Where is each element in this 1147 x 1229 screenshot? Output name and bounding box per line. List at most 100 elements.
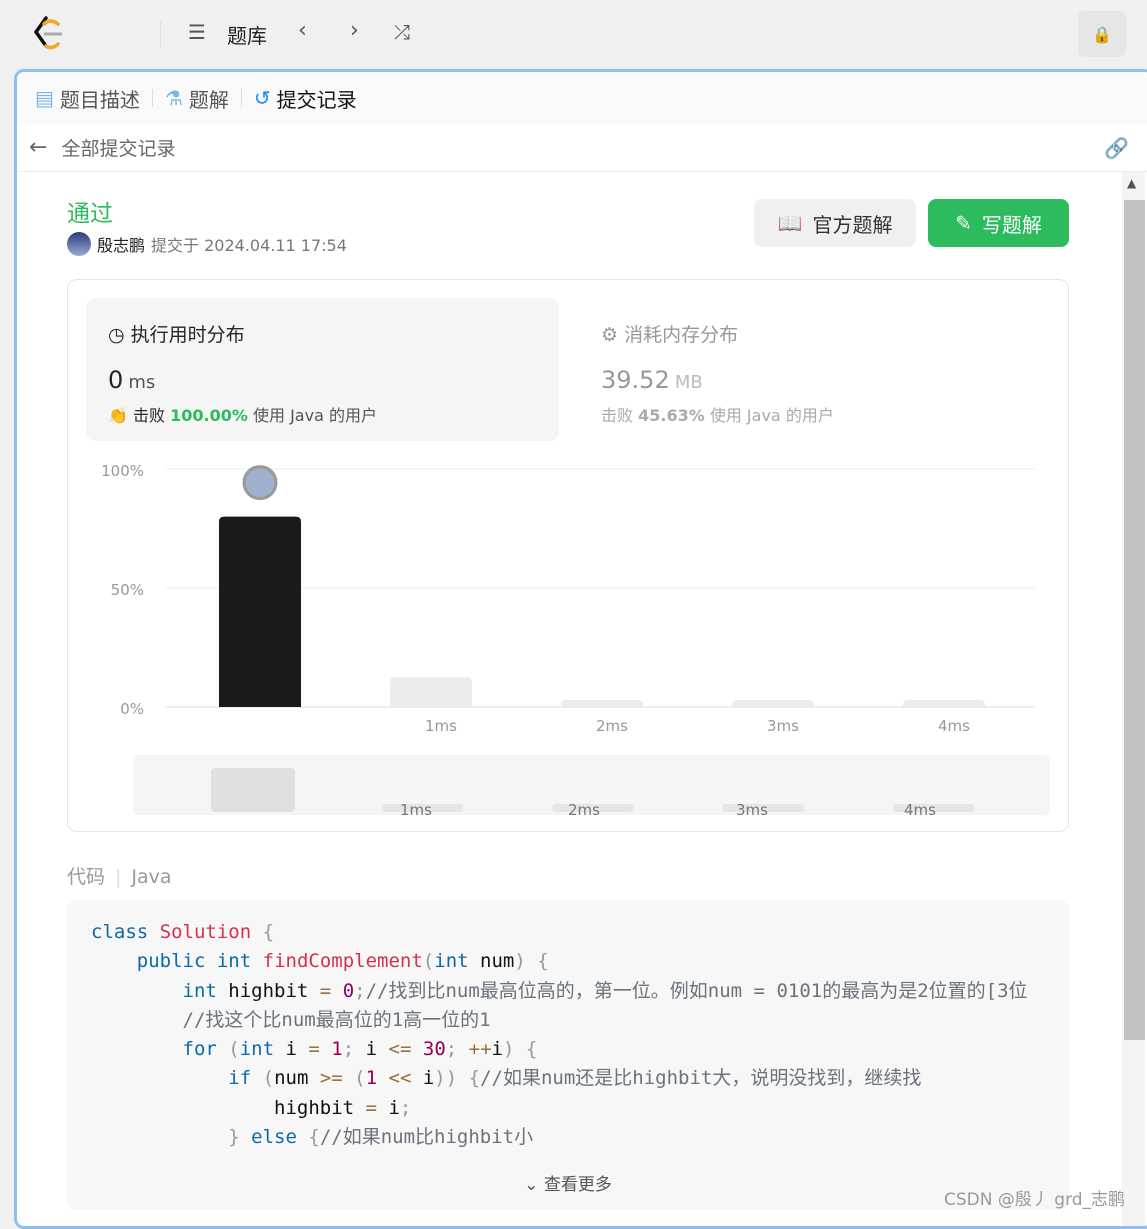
y-tick-label: 50%	[111, 581, 144, 599]
tab-label: 提交记录	[276, 87, 357, 112]
code-token: <<	[388, 1067, 412, 1090]
back-row: ← 全部提交记录 🔗	[17, 124, 1147, 172]
code-token: highbit	[274, 1096, 366, 1119]
runtime-box[interactable]: ◷ 执行用时分布 0 ms 👏 击败 100.00% 使用 Java 的用户	[86, 298, 559, 441]
next-icon[interactable]: ›	[350, 18, 359, 43]
y-tick-label: 0%	[120, 700, 144, 718]
code-line: //找这个比num最高位的1高一位的1	[91, 1006, 1045, 1035]
code-token: int	[216, 950, 252, 973]
minimap-tick-label: 3ms	[736, 801, 768, 819]
code-token: if	[228, 1067, 252, 1090]
code-token: highbit	[216, 979, 320, 1002]
edit-icon: ✎	[955, 211, 972, 235]
memory-beat-pct: 45.63%	[638, 406, 705, 425]
code-header: 代码 | Java	[67, 866, 172, 888]
memory-value: 39.52	[601, 366, 670, 394]
code-block: class Solution { public int findCompleme…	[67, 900, 1069, 1210]
code-token: (	[216, 1038, 240, 1061]
button-label: 官方题解	[812, 212, 893, 237]
code-line: } else {//如果num比highbit小	[91, 1123, 1045, 1152]
minimap-bar	[211, 768, 295, 812]
x-tick-label: 2ms	[596, 717, 628, 735]
code-token: ;	[342, 1038, 366, 1061]
x-tick-label: 1ms	[425, 717, 457, 735]
code-token: {	[296, 1126, 320, 1149]
history-icon: ↺	[253, 86, 271, 110]
code-token: 1	[331, 1038, 343, 1061]
code-line: class Solution {	[91, 918, 1045, 947]
code-line: if (num >= (1 << i)) {//如果num还是比highbit大…	[91, 1064, 1045, 1093]
write-solution-button[interactable]: ✎ 写题解	[928, 199, 1069, 247]
code-token: 30	[422, 1038, 446, 1061]
avatar[interactable]	[67, 232, 91, 256]
code-token: ) {	[503, 1038, 538, 1061]
code-token: else	[251, 1126, 297, 1149]
runtime-value: 0	[108, 366, 124, 394]
leetcode-logo[interactable]	[32, 16, 66, 52]
tab-submissions[interactable]: ↺ 提交记录	[254, 84, 357, 113]
prev-icon[interactable]: ‹	[298, 18, 307, 43]
list-icon[interactable]: ☰	[188, 20, 206, 44]
code-line: int highbit = 0;//找到比num最高位高的，第一位。例如num …	[91, 977, 1045, 1006]
chip-icon: ⚙	[601, 324, 619, 346]
x-tick-label: 4ms	[938, 717, 970, 735]
code-token: i	[411, 1067, 435, 1090]
code-token: =	[308, 1038, 320, 1061]
scrollbar-thumb[interactable]	[1124, 200, 1145, 1040]
scrollbar[interactable]: ▲	[1122, 172, 1145, 1226]
runtime-beat-pct: 100.00%	[170, 406, 248, 425]
bar-3ms	[732, 699, 814, 707]
tab-description[interactable]: ▤ 题目描述	[35, 84, 140, 113]
bug-lock-icon: 🔒	[1092, 24, 1112, 44]
memory-unit: MB	[674, 372, 703, 393]
code-token: for	[182, 1038, 217, 1061]
performance-card: ◷ 执行用时分布 0 ms 👏 击败 100.00% 使用 Java 的用户 ⚙…	[67, 279, 1069, 832]
runtime-title: ◷ 执行用时分布	[108, 324, 245, 346]
code-token: }	[228, 1126, 252, 1149]
code-token: >=	[319, 1067, 343, 1090]
code-token: int	[434, 950, 469, 973]
x-tick-label: 3ms	[767, 717, 799, 735]
shuffle-icon[interactable]: ⤮	[394, 20, 410, 44]
submission-meta: 殷志鹏 提交于 2024.04.11 17:54	[67, 232, 347, 256]
all-submissions-link[interactable]: 全部提交记录	[61, 134, 175, 161]
memory-title[interactable]: ⚙ 消耗内存分布	[601, 320, 738, 347]
book-icon: 📖	[777, 211, 803, 235]
code-token: {	[251, 921, 275, 943]
code-token: ;	[354, 979, 366, 1002]
runtime-chart: 100% 50% 0% 1ms 1ms 2ms 2ms 3ms 3ms 4ms 4ms	[101, 462, 1050, 819]
code-token: (	[251, 1067, 275, 1090]
back-arrow-icon[interactable]: ←	[29, 135, 47, 160]
code-token: ) {	[514, 950, 549, 973]
code-line: for (int i = 1; i <= 30; ++i) {	[91, 1035, 1045, 1064]
user-name[interactable]: 殷志鹏	[97, 232, 145, 256]
code-token: i	[274, 1038, 309, 1061]
code-token: class	[91, 921, 149, 943]
debug-button[interactable]: 🔒	[1078, 11, 1126, 57]
official-solution-button[interactable]: 📖 官方题解	[754, 199, 916, 247]
code-token: int	[239, 1038, 275, 1061]
button-label: 写题解	[981, 212, 1042, 237]
tab-label: 题目描述	[59, 87, 140, 112]
show-more-button[interactable]: ⌄ 查看更多	[67, 1171, 1069, 1200]
code-token: 1	[365, 1067, 378, 1090]
status-label: 通过	[67, 201, 113, 227]
tab-solutions[interactable]: ⚗ 题解	[165, 84, 229, 113]
problem-list-link[interactable]: 题库	[227, 20, 267, 49]
user-avatar-marker	[242, 465, 278, 501]
code-line: highbit = i;	[91, 1094, 1045, 1123]
link-icon[interactable]: 🔗	[1104, 136, 1129, 160]
code-token: =	[319, 979, 332, 1002]
code-token: )) {	[434, 1067, 481, 1090]
minimap-tick-label: 1ms	[400, 801, 432, 819]
code-line: public int findComplement(int num) {	[91, 947, 1045, 976]
